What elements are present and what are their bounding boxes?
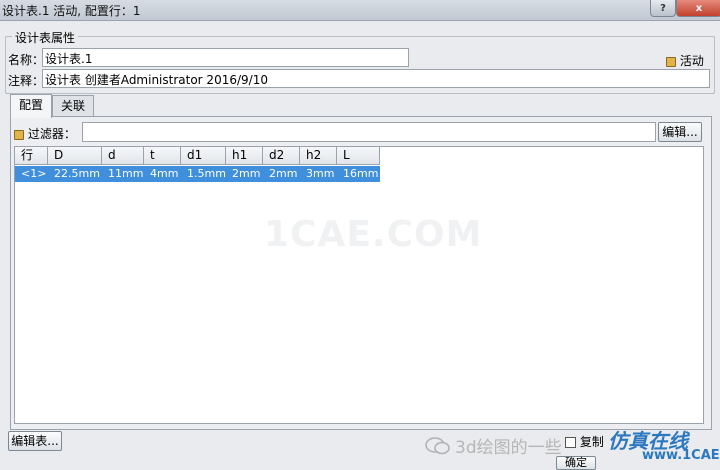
active-checkbox[interactable]: 活动 <box>666 52 704 69</box>
column-header[interactable]: h2 <box>300 147 337 165</box>
config-table: 行 D d t d1 h1 d2 h2 L <1> 22.5mm 11mm 4m… <box>14 146 704 424</box>
column-header[interactable]: d <box>102 147 144 165</box>
table-cell: 3mm <box>300 166 337 182</box>
checkbox-icon <box>14 129 24 140</box>
table-cell: 22.5mm <box>48 166 102 182</box>
filter-input[interactable] <box>82 122 656 142</box>
filter-checkbox[interactable]: 过滤器： <box>14 125 76 142</box>
table-cell: <1> <box>15 166 48 182</box>
column-header[interactable]: L <box>337 147 380 165</box>
column-header[interactable]: t <box>144 147 181 165</box>
column-header[interactable]: 行 <box>15 147 48 165</box>
active-label: 活动 <box>679 54 704 68</box>
column-header[interactable]: h1 <box>226 147 263 165</box>
comment-label: 注释： <box>8 74 45 88</box>
table-cell: 11mm <box>102 166 144 182</box>
help-icon: ? <box>660 2 666 14</box>
close-icon: x <box>695 2 703 14</box>
overlay-watermark: www.1CAE.com <box>642 448 720 463</box>
ok-button[interactable]: 确定 <box>556 456 596 470</box>
checkbox-icon <box>666 56 676 67</box>
overlay-watermark: 3d绘图的一些 <box>455 438 562 458</box>
edit-table-button[interactable]: 编辑表... <box>8 431 62 451</box>
name-field[interactable]: 设计表.1 <box>42 48 409 67</box>
filter-label: 过滤器： <box>27 127 76 141</box>
table-cell: 16mm <box>337 166 380 182</box>
column-header[interactable]: d1 <box>181 147 226 165</box>
column-header[interactable]: d2 <box>263 147 300 165</box>
checkbox-icon <box>565 437 576 448</box>
table-cell: 2mm <box>226 166 263 182</box>
title-bar: 设计表.1 活动, 配置行：1 ? x <box>0 0 720 21</box>
filter-edit-button[interactable]: 编辑... <box>658 122 702 142</box>
column-header[interactable]: D <box>48 147 102 165</box>
table-cell: 1.5mm <box>181 166 226 182</box>
help-button[interactable]: ? <box>650 0 676 17</box>
comment-field[interactable]: 设计表 创建者Administrator 2016/9/10 <box>42 69 710 88</box>
watermark-text: 1CAE.COM <box>264 214 483 255</box>
window-title: 设计表.1 活动, 配置行：1 <box>2 4 141 18</box>
table-cell: 2mm <box>263 166 300 182</box>
tab-config[interactable]: 配置 <box>10 94 52 118</box>
table-cell: 4mm <box>144 166 181 182</box>
properties-legend: 设计表属性 <box>12 29 79 46</box>
copy-checkbox[interactable]: 复制 <box>565 433 604 450</box>
name-label: 名称： <box>8 53 45 67</box>
tab-relations[interactable]: 关联 <box>52 95 94 117</box>
close-button[interactable]: x <box>676 0 720 17</box>
copy-label: 复制 <box>579 435 604 449</box>
wechat-icon <box>425 437 450 455</box>
